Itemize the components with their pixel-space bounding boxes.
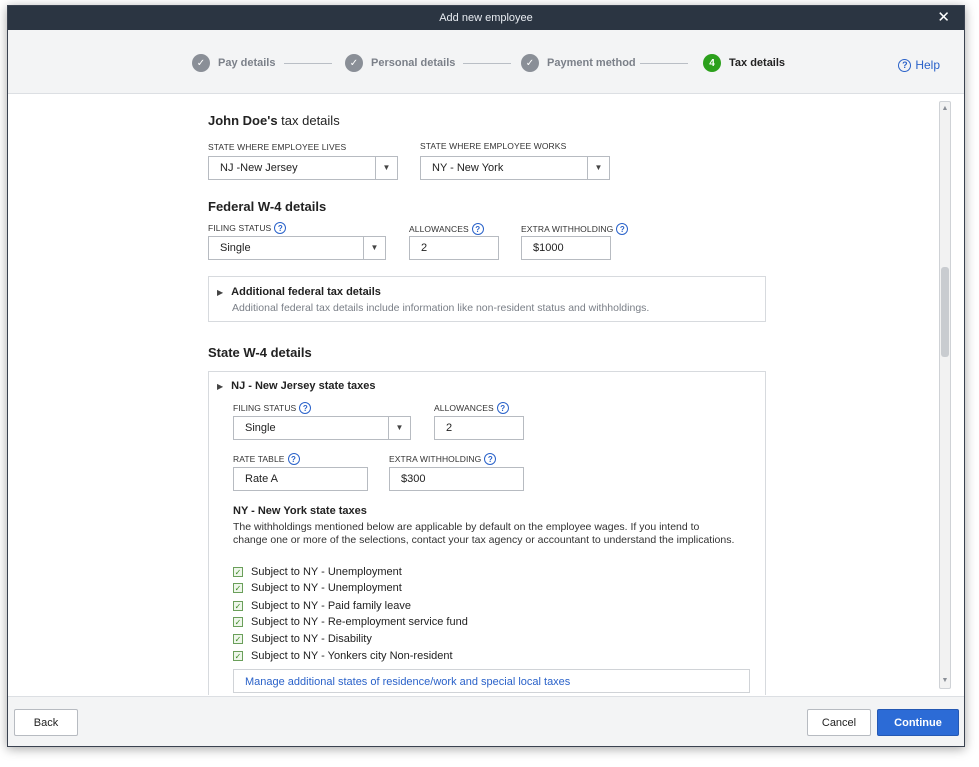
chevron-down-icon: ▼ <box>587 157 609 179</box>
nj-state-taxes-toggle[interactable]: ▶ NJ - New Jersey state taxes <box>217 380 375 392</box>
tax-details-form: John Doe's tax details STATE WHERE EMPLO… <box>8 95 964 695</box>
federal-w4-heading: Federal W-4 details <box>208 199 327 214</box>
checkbox-checked-icon[interactable]: ✓ <box>233 634 243 644</box>
help-link[interactable]: ? Help <box>898 58 940 72</box>
checkbox-checked-icon[interactable]: ✓ <box>233 617 243 627</box>
step-tax-details[interactable]: 4 Tax details <box>703 54 785 72</box>
nj-extra-withholding-label: EXTRA WITHHOLDING? <box>389 453 497 465</box>
progress-stepper: ✓ Pay details ✓ Personal details ✓ Payme… <box>8 30 964 94</box>
tax-details-heading: John Doe's tax details <box>208 113 340 128</box>
nj-rate-table-input[interactable]: Rate A <box>233 467 368 491</box>
additional-federal-description: Additional federal tax details include i… <box>232 302 650 314</box>
check-icon: ✓ <box>192 54 210 72</box>
state-lives-value: NJ -New Jersey <box>220 162 298 174</box>
question-icon[interactable]: ? <box>299 402 312 414</box>
help-icon: ? <box>898 58 912 72</box>
nj-rate-table-label: RATE TABLE? <box>233 453 300 465</box>
step-payment-method[interactable]: ✓ Payment method <box>521 54 636 72</box>
step-label: Personal details <box>371 57 456 69</box>
close-icon[interactable]: ✕ <box>937 6 950 30</box>
federal-filing-status-label: FILING STATUS? <box>208 222 287 234</box>
ny-check-row[interactable]: ✓ Subject to NY - Disability <box>233 633 372 645</box>
state-taxes-panel: ▶ NJ - New Jersey state taxes FILING STA… <box>208 371 766 695</box>
ny-check-row[interactable]: ✓ Subject to NY - Re-employment service … <box>233 616 468 628</box>
nj-filing-status-select[interactable]: Single ▼ <box>233 416 411 440</box>
dialog-titlebar: Add new employee ✕ <box>8 6 964 30</box>
step-label: Payment method <box>547 57 636 69</box>
federal-extra-withholding-label: EXTRA WITHHOLDING? <box>521 223 629 235</box>
federal-allowances-label: ALLOWANCES? <box>409 223 484 235</box>
expand-triangle-icon: ▶ <box>217 381 224 391</box>
ny-description-line-1: The withholdings mentioned below are app… <box>233 521 700 533</box>
chevron-down-icon: ▼ <box>375 157 397 179</box>
expand-triangle-icon: ▶ <box>217 287 224 297</box>
nj-filing-status-label: FILING STATUS? <box>233 402 312 414</box>
cancel-button[interactable]: Cancel <box>807 709 871 736</box>
ny-description-line-2: change one or more of the selections, co… <box>233 534 735 546</box>
dialog-footer: Back Cancel Continue <box>8 696 964 746</box>
back-button[interactable]: Back <box>14 709 78 736</box>
question-icon[interactable]: ? <box>616 223 629 235</box>
question-icon[interactable]: ? <box>496 402 509 414</box>
additional-federal-toggle[interactable]: ▶ Additional federal tax details <box>217 286 381 298</box>
manage-states-link[interactable]: Manage additional states of residence/wo… <box>245 676 570 688</box>
employee-name: John Doe's <box>208 113 278 128</box>
tax-details-suffix: tax details <box>277 113 340 128</box>
manage-states-box: Manage additional states of residence/wo… <box>233 669 750 693</box>
step-connector <box>640 63 688 64</box>
ny-check-row[interactable]: ✓ Subject to NY - Unemployment <box>233 566 402 578</box>
checkbox-checked-icon[interactable]: ✓ <box>233 651 243 661</box>
question-icon[interactable]: ? <box>471 223 484 235</box>
step-pay-details[interactable]: ✓ Pay details <box>192 54 275 72</box>
ny-state-taxes-heading: NY - New York state taxes <box>233 505 367 517</box>
nj-filing-status-value: Single <box>245 422 276 434</box>
step-label: Tax details <box>729 57 786 69</box>
state-lives-label: STATE WHERE EMPLOYEE LIVES <box>208 142 347 152</box>
scroll-up-arrow-icon[interactable]: ▲ <box>940 104 950 114</box>
ny-check-row[interactable]: ✓ Subject to NY - Yonkers city Non-resid… <box>233 650 453 662</box>
state-works-value: NY - New York <box>432 162 504 174</box>
vertical-scrollbar[interactable]: ▲ ▼ <box>939 101 951 689</box>
state-works-label: STATE WHERE EMPLOYEE WORKS <box>420 141 567 151</box>
question-icon[interactable]: ? <box>274 222 287 234</box>
continue-button[interactable]: Continue <box>877 709 959 736</box>
state-w4-heading: State W-4 details <box>208 345 312 360</box>
checkbox-checked-icon[interactable]: ✓ <box>233 567 243 577</box>
additional-federal-panel[interactable]: ▶ Additional federal tax details Additio… <box>208 276 766 322</box>
nj-allowances-input[interactable]: 2 <box>434 416 524 440</box>
checkbox-checked-icon[interactable]: ✓ <box>233 583 243 593</box>
question-icon[interactable]: ? <box>287 453 300 465</box>
ny-check-row[interactable]: ✓ Subject to NY - Unemployment <box>233 582 402 594</box>
state-works-select[interactable]: NY - New York ▼ <box>420 156 610 180</box>
scrollbar-thumb[interactable] <box>941 267 949 357</box>
chevron-down-icon: ▼ <box>388 417 410 439</box>
check-icon: ✓ <box>345 54 363 72</box>
question-icon[interactable]: ? <box>484 453 497 465</box>
checkbox-checked-icon[interactable]: ✓ <box>233 601 243 611</box>
step-number-badge: 4 <box>703 54 721 72</box>
step-personal-details[interactable]: ✓ Personal details <box>345 54 455 72</box>
federal-filing-status-select[interactable]: Single ▼ <box>208 236 386 260</box>
step-connector <box>284 63 332 64</box>
nj-allowances-label: ALLOWANCES? <box>434 402 509 414</box>
ny-check-row[interactable]: ✓ Subject to NY - Paid family leave <box>233 600 411 612</box>
help-label: Help <box>915 58 940 72</box>
step-connector <box>463 63 511 64</box>
federal-allowances-input[interactable]: 2 <box>409 236 499 260</box>
federal-extra-withholding-input[interactable]: $1000 <box>521 236 611 260</box>
state-lives-select[interactable]: NJ -New Jersey ▼ <box>208 156 398 180</box>
scroll-down-arrow-icon[interactable]: ▼ <box>940 676 950 686</box>
chevron-down-icon: ▼ <box>363 237 385 259</box>
dialog-title: Add new employee <box>439 12 533 24</box>
step-label: Pay details <box>218 57 276 69</box>
nj-extra-withholding-input[interactable]: $300 <box>389 467 524 491</box>
federal-filing-status-value: Single <box>220 242 251 254</box>
add-employee-dialog: Add new employee ✕ ✓ Pay details ✓ Perso… <box>7 5 965 747</box>
check-icon: ✓ <box>521 54 539 72</box>
